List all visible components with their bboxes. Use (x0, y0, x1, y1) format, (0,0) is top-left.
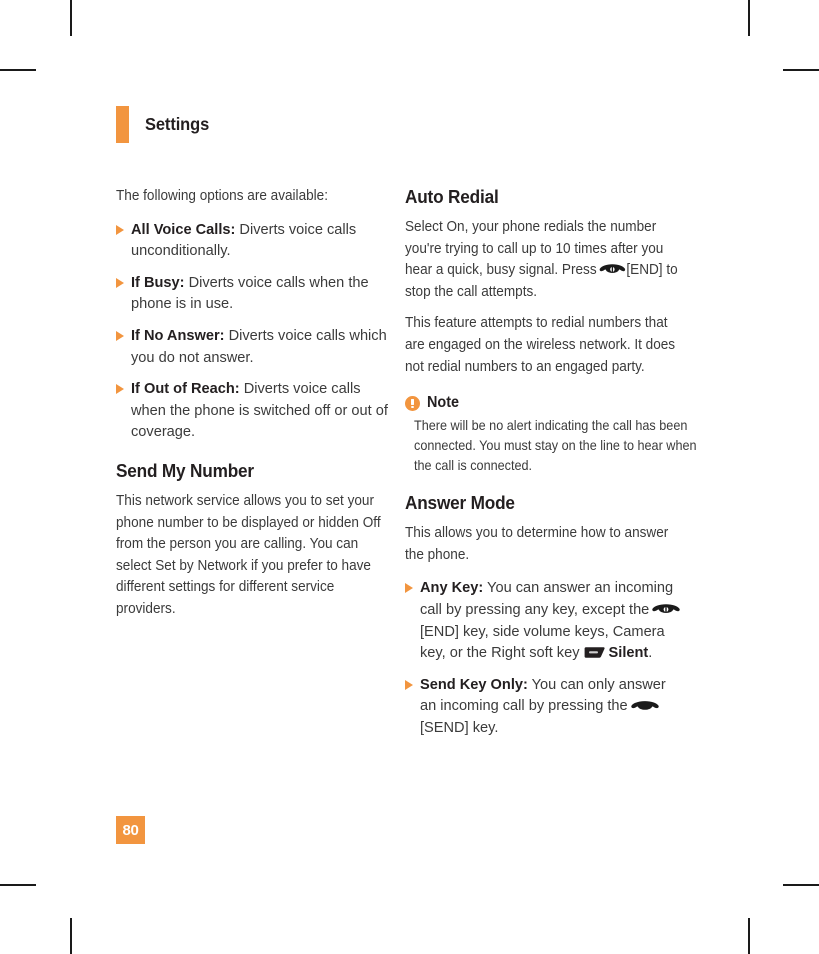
option-description-part-3: Silent (608, 645, 649, 662)
option-term: If No Answer: (131, 327, 225, 344)
crop-mark-bottom-left-vertical (70, 918, 72, 954)
triangle-bullet-icon (116, 224, 124, 235)
triangle-bullet-icon (405, 679, 413, 690)
option-term: Any Key: (420, 580, 484, 597)
answer-mode-intro: This allows you to determine how to answ… (405, 525, 669, 563)
end-call-key-icon (599, 263, 626, 276)
list-item: All Voice Calls: Diverts voice calls unc… (116, 220, 396, 263)
crop-mark-top-right-vertical (748, 0, 750, 36)
triangle-bullet-icon (405, 583, 413, 594)
crop-mark-bottom-left-horizontal (0, 884, 36, 886)
page-number-badge: 80 (116, 816, 145, 844)
call-divert-options-list: All Voice Calls: Diverts voice calls unc… (116, 220, 396, 444)
triangle-bullet-icon (116, 330, 124, 341)
list-item: Send Key Only: You can only answer an in… (405, 675, 685, 740)
crop-mark-bottom-right-horizontal (783, 884, 819, 886)
option-description-part-2: [SEND] key. (420, 719, 499, 736)
option-term: If Out of Reach: (131, 381, 240, 398)
page-header: Settings (116, 106, 213, 143)
end-call-key-icon (652, 603, 681, 616)
section-heading-send-my-number: Send My Number (116, 459, 254, 481)
list-item: Any Key: You can answer an incoming call… (405, 578, 685, 664)
note-body: There will be no alert indicating the ca… (414, 418, 697, 474)
list-item: If Busy: Diverts voice calls when the ph… (116, 273, 396, 316)
note-label: Note (427, 394, 460, 412)
auto-redial-paragraph-1: Select On, your phone redials the number… (405, 217, 685, 303)
section-heading-auto-redial: Auto Redial (405, 186, 499, 207)
note-alert-icon (405, 395, 420, 411)
header-accent-bar (116, 106, 129, 143)
triangle-bullet-icon (116, 384, 124, 395)
option-description-part-4: . (648, 645, 653, 662)
crop-mark-top-right-horizontal (783, 69, 819, 71)
crop-mark-bottom-right-vertical (748, 918, 750, 954)
intro-paragraph: The following options are available: (116, 188, 329, 204)
list-item: If No Answer: Diverts voice calls which … (116, 326, 396, 369)
crop-mark-top-left-horizontal (0, 69, 36, 71)
send-my-number-body: This network service allows you to set y… (116, 492, 381, 617)
triangle-bullet-icon (116, 277, 124, 288)
section-heading-answer-mode: Answer Mode (405, 492, 515, 514)
option-term: All Voice Calls: (131, 221, 236, 238)
auto-redial-paragraph-2: This feature attempts to redial numbers … (405, 315, 676, 375)
option-term: If Busy: (131, 274, 185, 291)
answer-mode-options-list: Any Key: You can answer an incoming call… (405, 578, 685, 739)
list-item: If Out of Reach: Diverts voice calls whe… (116, 379, 396, 444)
send-call-key-icon (630, 699, 659, 712)
page-title: Settings (145, 114, 210, 134)
right-column: Auto Redial Select On, your phone redial… (405, 186, 697, 750)
crop-mark-top-left-vertical (70, 0, 72, 36)
left-column: The following options are available: All… (116, 186, 396, 633)
right-soft-key-icon (583, 644, 605, 658)
note-header: Note (405, 394, 685, 412)
option-term: Send Key Only: (420, 676, 528, 693)
